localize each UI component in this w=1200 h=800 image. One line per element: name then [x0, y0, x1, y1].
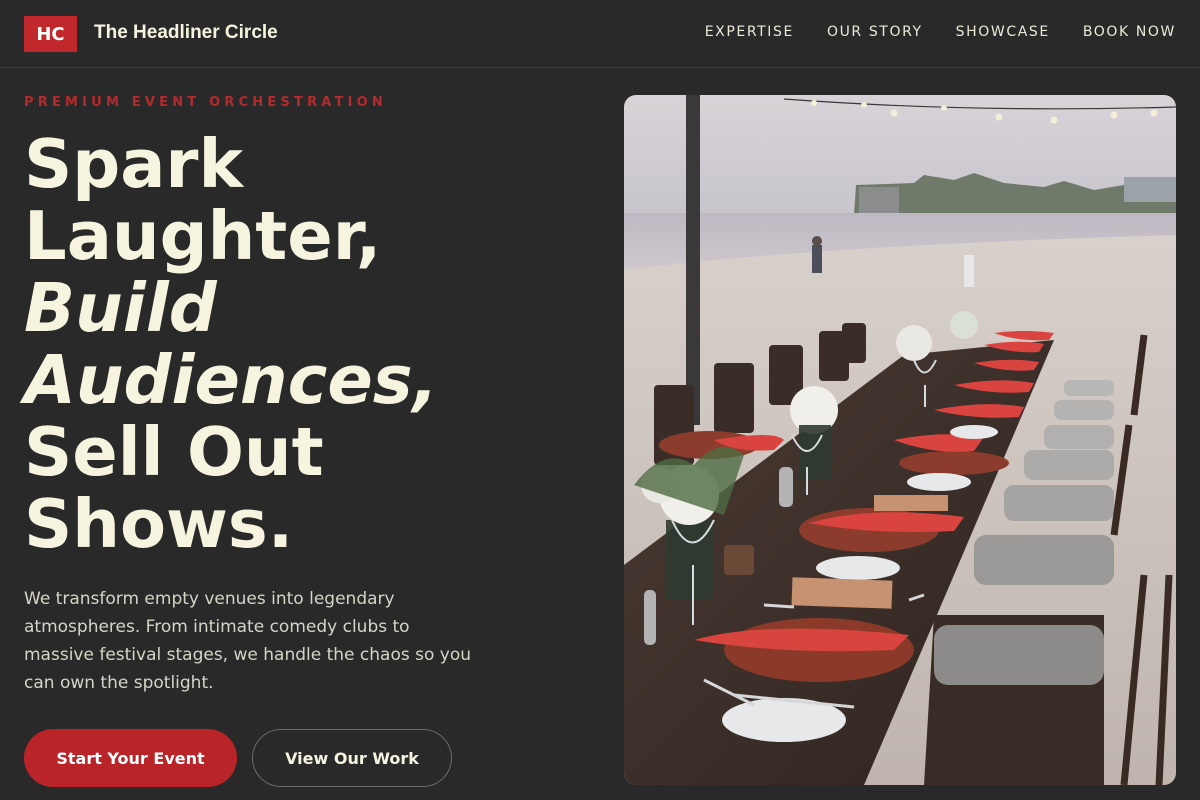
nav-link-showcase[interactable]: SHOWCASE: [956, 24, 1050, 40]
headline-line: Laughter,: [24, 197, 382, 275]
headline-line: Spark: [24, 125, 244, 203]
site-header: HC The Headliner Circle EXPERTISE OUR ST…: [0, 0, 1200, 68]
headline-line-italic: Build: [24, 269, 217, 347]
main-nav: EXPERTISE OUR STORY SHOWCASE BOOK NOW: [705, 24, 1176, 40]
nav-link-book-now[interactable]: BOOK NOW: [1083, 24, 1176, 40]
view-our-work-button[interactable]: View Our Work: [252, 729, 452, 787]
hero-eyebrow: PREMIUM EVENT ORCHESTRATION: [24, 95, 387, 110]
start-your-event-button[interactable]: Start Your Event: [24, 729, 237, 787]
hero-image: [624, 95, 1176, 785]
hero-headline: Spark Laughter, Build Audiences, Sell Ou…: [24, 128, 584, 560]
headline-line: Sell Out: [24, 413, 324, 491]
headline-line: Shows.: [24, 485, 294, 563]
nav-link-expertise[interactable]: EXPERTISE: [705, 24, 794, 40]
nav-link-our-story[interactable]: OUR STORY: [827, 24, 923, 40]
brand-name[interactable]: The Headliner Circle: [94, 22, 278, 44]
headline-line-italic: Audiences,: [24, 341, 439, 419]
logo-badge[interactable]: HC: [24, 16, 77, 52]
hero-description: We transform empty venues into legendary…: [24, 589, 471, 693]
